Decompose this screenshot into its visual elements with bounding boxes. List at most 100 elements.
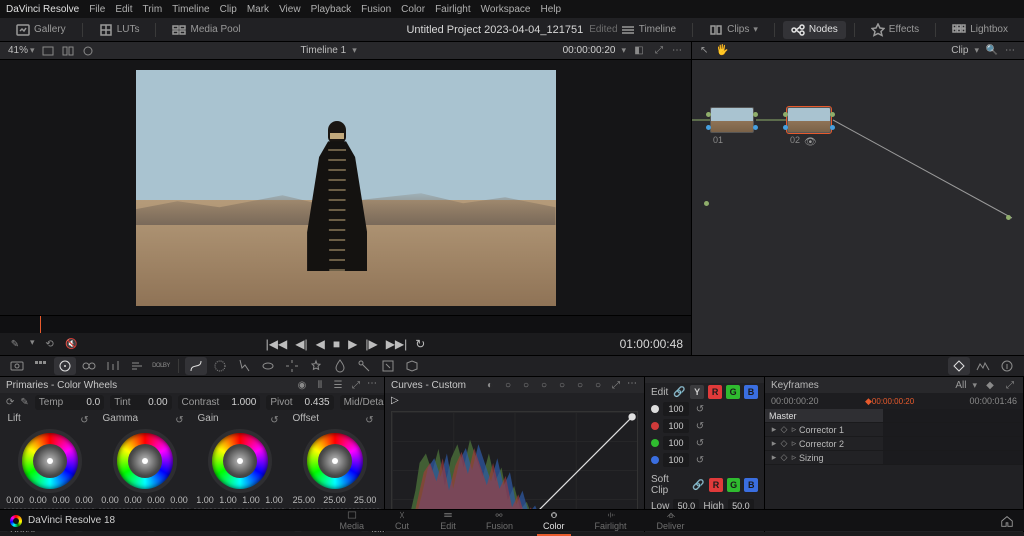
wheels-mode-icon[interactable]: ◉ <box>295 378 309 392</box>
channel-blue[interactable]: B <box>744 385 758 399</box>
menu-file[interactable]: File <box>89 4 105 15</box>
stop-button[interactable]: ■ <box>333 337 340 351</box>
play-reverse-button[interactable]: ◀ <box>316 337 325 351</box>
reset-icon[interactable]: ↺ <box>78 413 92 427</box>
auto-balance-icon[interactable]: ⟳ <box>6 395 14 409</box>
node-scope-dropdown[interactable]: Clip <box>951 45 968 56</box>
motion-effects-icon[interactable] <box>126 357 148 375</box>
viewer-timecode[interactable]: 00:00:00:20 <box>563 45 616 56</box>
keyframe-track-sizing[interactable]: ▸◇▹Sizing <box>765 451 883 465</box>
page-fairlight[interactable]: Fairlight <box>595 510 627 531</box>
spline-tool-icon[interactable]: ▷ <box>391 395 399 406</box>
viewer-mode-icon[interactable]: ◧ <box>632 44 646 58</box>
hue-vs-hue-icon[interactable]: ○ <box>501 378 515 392</box>
color-wheel-gamma[interactable] <box>113 429 177 493</box>
viewer-expand-icon[interactable]: ⤢ <box>652 44 666 58</box>
softclip-blue[interactable]: B <box>744 478 758 492</box>
menu-playback[interactable]: Playback <box>311 4 352 15</box>
3d-icon[interactable] <box>401 357 423 375</box>
gallery-button[interactable]: Gallery <box>8 21 74 39</box>
next-clip-button[interactable]: |▶ <box>365 337 377 351</box>
menu-fairlight[interactable]: Fairlight <box>435 4 471 15</box>
reset-icon[interactable]: ↺ <box>693 453 707 467</box>
color-wheel-offset[interactable] <box>303 429 367 493</box>
link-icon[interactable]: 🔗 <box>692 478 706 492</box>
menu-workspace[interactable]: Workspace <box>481 4 531 15</box>
page-media[interactable]: Media <box>339 510 364 531</box>
pivot-input[interactable] <box>296 397 330 408</box>
color-warper-icon[interactable] <box>209 357 231 375</box>
image-wipe-icon[interactable] <box>41 44 55 58</box>
sat-vs-sat-icon[interactable]: ○ <box>573 378 587 392</box>
keyframes-filter[interactable]: All <box>955 380 966 391</box>
channel-luma[interactable]: Y <box>690 385 704 399</box>
first-frame-button[interactable]: |◀◀ <box>266 337 288 351</box>
expand-panel-icon[interactable]: ⤢ <box>1003 378 1017 392</box>
intensity-green[interactable]: 100 <box>663 436 689 450</box>
page-cut[interactable]: Cut <box>394 510 410 531</box>
page-fusion[interactable]: Fusion <box>486 510 513 531</box>
split-screen-icon[interactable] <box>61 44 75 58</box>
wheel-values[interactable]: 0.000.000.000.00 <box>99 495 191 505</box>
playhead-icon[interactable] <box>40 316 41 333</box>
node-01[interactable]: 01 <box>710 107 754 133</box>
panel-options-icon[interactable]: ⋯ <box>627 378 638 392</box>
qualifier-icon[interactable] <box>233 357 255 375</box>
keyframe-lane[interactable] <box>883 409 1023 423</box>
home-button[interactable] <box>1000 514 1014 528</box>
pick-white-icon[interactable]: ✎ <box>20 395 28 409</box>
menu-view[interactable]: View <box>279 4 301 15</box>
channel-green[interactable]: G <box>726 385 740 399</box>
menu-trim[interactable]: Trim <box>143 4 163 15</box>
page-color[interactable]: Color <box>543 510 565 531</box>
color-wheels-icon[interactable] <box>54 357 76 375</box>
loop-button[interactable]: ↻ <box>415 337 425 351</box>
media-pool-button[interactable]: Media Pool <box>164 21 248 39</box>
menu-timeline[interactable]: Timeline <box>172 4 209 15</box>
clips-button[interactable]: Clips ▾ <box>701 21 766 39</box>
qualifier-picker-icon[interactable]: ✎ <box>8 337 22 351</box>
lum-vs-sat-icon[interactable]: ○ <box>555 378 569 392</box>
rgb-mixer-icon[interactable] <box>102 357 124 375</box>
timeline-button[interactable]: Timeline <box>613 21 684 39</box>
pointer-tool-icon[interactable]: ↖ <box>700 45 708 56</box>
keyframe-track-corrector-1[interactable]: ▸◇▹Corrector 1 <box>765 423 883 437</box>
playhead-marker-icon[interactable]: ◆00:00:00:20 <box>865 396 914 407</box>
camera-raw-icon[interactable] <box>6 357 28 375</box>
prev-clip-button[interactable]: ◀| <box>295 337 307 351</box>
keyframe-ruler[interactable]: 00:00:00:20 ◆00:00:00:20 00:00:01:46 <box>765 393 1023 409</box>
viewer-canvas[interactable] <box>0 60 691 315</box>
viewer-scrub-bar[interactable] <box>0 315 691 333</box>
reset-icon[interactable]: ↺ <box>363 413 377 427</box>
panel-options-icon[interactable]: ⋯ <box>367 378 378 392</box>
keyframes-palette-icon[interactable] <box>948 357 970 375</box>
keyframe-track-master[interactable]: Master <box>765 409 883 423</box>
wheel-values[interactable]: 0.000.000.000.00 <box>4 495 96 505</box>
sat-vs-lum-icon[interactable]: ○ <box>591 378 605 392</box>
mute-icon[interactable]: 🔇 <box>65 337 79 351</box>
intensity-red[interactable]: 100 <box>663 419 689 433</box>
last-frame-button[interactable]: ▶▶| <box>386 337 408 351</box>
menu-app[interactable]: DaVinci Resolve <box>6 4 79 15</box>
power-windows-icon[interactable] <box>257 357 279 375</box>
viewer-options-icon[interactable]: ⋯ <box>672 45 683 56</box>
softclip-red[interactable]: R <box>709 478 723 492</box>
reset-icon[interactable]: ↺ <box>693 402 707 416</box>
intensity-blue[interactable]: 100 <box>663 453 689 467</box>
menu-fusion[interactable]: Fusion <box>361 4 391 15</box>
sizing-icon[interactable] <box>377 357 399 375</box>
dolby-vision-icon[interactable]: DOLBY <box>150 357 172 375</box>
expand-panel-icon[interactable]: ⤢ <box>349 378 363 392</box>
clip-timecode[interactable]: 01:00:00:48 <box>620 337 683 351</box>
highlight-icon[interactable] <box>81 44 95 58</box>
wheel-values[interactable]: 25.0025.0025.00 <box>289 495 381 505</box>
color-wheel-lift[interactable] <box>18 429 82 493</box>
link-icon[interactable]: 🔗 <box>672 385 686 399</box>
viewer-timeline-label[interactable]: Timeline 1 <box>300 45 346 56</box>
contrast-input[interactable] <box>222 397 256 408</box>
page-edit[interactable]: Edit <box>440 510 456 531</box>
menu-clip[interactable]: Clip <box>220 4 237 15</box>
log-mode-icon[interactable]: ☰ <box>331 378 345 392</box>
node-options-icon[interactable]: ⋯ <box>1005 45 1016 56</box>
menu-mark[interactable]: Mark <box>247 4 269 15</box>
